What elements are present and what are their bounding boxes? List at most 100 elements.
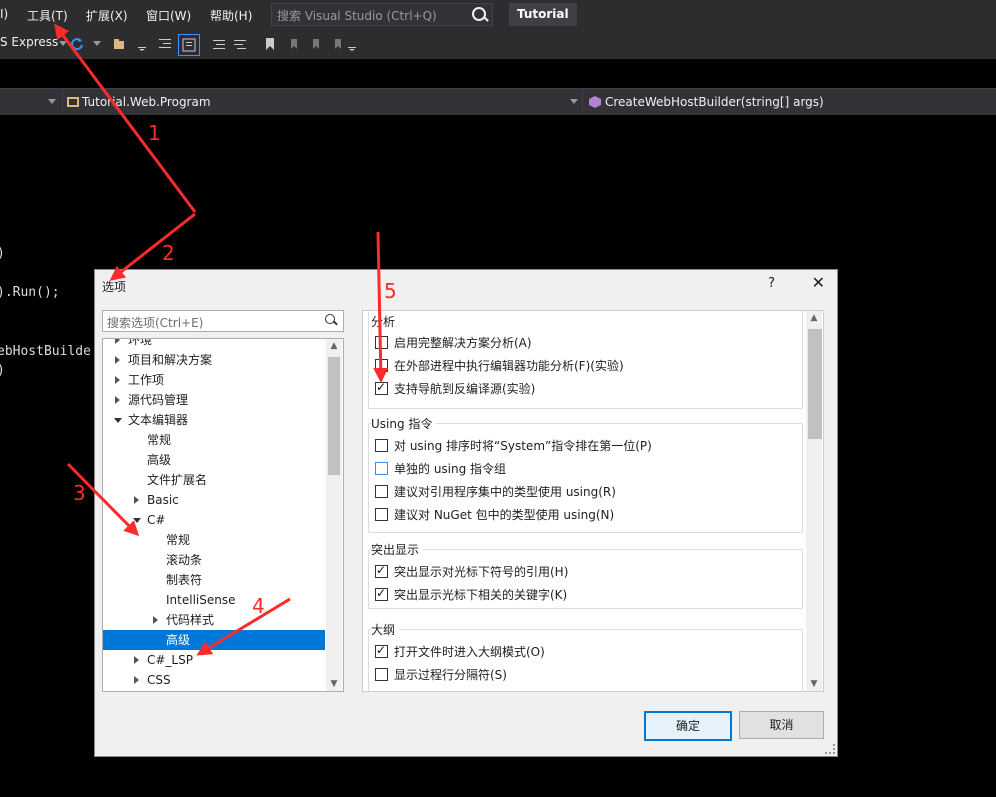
- expand-icon[interactable]: [115, 376, 120, 384]
- expand-icon[interactable]: [153, 616, 158, 624]
- config-dropdown[interactable]: S Express: [0, 35, 58, 49]
- tree-item-css[interactable]: CSS: [103, 670, 325, 690]
- member-dropdown[interactable]: CreateWebHostBuilder(string[] args): [582, 89, 996, 115]
- scroll-up-icon[interactable]: ▲: [326, 339, 342, 353]
- menu-item-extensions[interactable]: 扩展(X): [86, 7, 128, 24]
- tree-item-csharp-advanced[interactable]: 高级: [103, 630, 325, 650]
- scroll-down-icon[interactable]: ▼: [806, 677, 822, 691]
- tree-item-general[interactable]: 常规: [103, 430, 325, 450]
- dropdown-small-icon[interactable]: [136, 37, 150, 51]
- tree-item-label: 高级: [147, 453, 172, 467]
- checkbox[interactable]: [375, 508, 388, 521]
- menu-item-window[interactable]: 窗口(W): [146, 7, 191, 24]
- vs-search-input[interactable]: 搜索 Visual Studio (Ctrl+Q): [271, 3, 493, 26]
- collapse-icon[interactable]: [133, 518, 141, 523]
- tree-item-work-items[interactable]: 工作项: [103, 370, 325, 390]
- ok-button[interactable]: 确定: [644, 711, 732, 741]
- expand-icon[interactable]: [115, 356, 120, 364]
- tree-item-basic[interactable]: Basic: [103, 490, 325, 510]
- resize-grip[interactable]: [825, 744, 835, 754]
- tree-item-csharp[interactable]: C#: [103, 510, 325, 530]
- option-label: 单独的 using 指令组: [394, 462, 507, 476]
- class-label: Tutorial.Web.Program: [82, 95, 211, 109]
- tree-item-source-control[interactable]: 源代码管理: [103, 390, 325, 410]
- expand-icon[interactable]: [115, 396, 120, 404]
- tree-item-intellisense[interactable]: IntelliSense: [103, 590, 325, 610]
- help-button[interactable]: ?: [768, 276, 775, 291]
- menu-item-view[interactable]: I): [0, 7, 8, 21]
- checkbox[interactable]: [375, 586, 388, 601]
- tree-item-label: 工作项: [128, 373, 165, 387]
- toggle-button[interactable]: [178, 34, 200, 56]
- folder-icon[interactable]: [113, 37, 127, 51]
- tree-item-projects[interactable]: 项目和解决方案: [103, 350, 325, 370]
- tree-item-text-editor[interactable]: 文本编辑器: [103, 410, 325, 430]
- expand-icon[interactable]: [115, 339, 120, 344]
- options-scrollbar[interactable]: ▲ ▼: [806, 311, 822, 691]
- scroll-thumb[interactable]: [808, 329, 822, 439]
- comment-icon[interactable]: [212, 37, 226, 51]
- tree-item-environment[interactable]: 环境: [103, 339, 325, 350]
- close-button[interactable]: ✕: [812, 273, 825, 292]
- tree-item-scrollbars[interactable]: 滚动条: [103, 550, 325, 570]
- tree-item-tabs[interactable]: 制表符: [103, 570, 325, 590]
- checkbox[interactable]: [375, 668, 388, 681]
- bookmark-next-icon[interactable]: [308, 37, 322, 51]
- bookmark-clear-icon[interactable]: [330, 37, 344, 51]
- tree-item-label: 常规: [147, 433, 172, 447]
- class-icon: [67, 97, 79, 107]
- refresh-icon[interactable]: [70, 37, 84, 51]
- code-line: ebHostBuilde: [0, 344, 91, 359]
- option-label: 突出显示对光标下符号的引用(H): [394, 565, 569, 579]
- section-title-highlighting: 突出显示: [371, 541, 424, 558]
- tree-item-csharp-lsp[interactable]: C#_LSP: [103, 650, 325, 670]
- search-icon: [325, 314, 335, 324]
- menu-item-tools[interactable]: 工具(T): [27, 7, 68, 24]
- tree-item-label: Basic: [147, 493, 179, 507]
- checkbox[interactable]: [375, 380, 388, 395]
- menu-item-help[interactable]: 帮助(H): [210, 7, 252, 24]
- checkbox[interactable]: [375, 643, 388, 658]
- collapse-icon[interactable]: [114, 418, 122, 423]
- chevron-down-icon[interactable]: [59, 41, 67, 46]
- option-label: 启用完整解决方案分析(A): [394, 336, 532, 350]
- bookmark-icon[interactable]: [263, 37, 277, 51]
- checkbox[interactable]: [375, 439, 388, 452]
- expand-icon[interactable]: [134, 496, 139, 504]
- checkbox[interactable]: [375, 462, 388, 475]
- tree-item-code-style[interactable]: 代码样式: [103, 610, 325, 630]
- scroll-down-icon[interactable]: ▼: [326, 677, 342, 691]
- tree-item-advanced[interactable]: 高级: [103, 450, 325, 470]
- checkbox[interactable]: [375, 336, 388, 349]
- chevron-down-icon[interactable]: [570, 99, 578, 104]
- dropdown-small-icon[interactable]: [346, 37, 360, 51]
- option-label: 打开文件时进入大纲模式(O): [394, 645, 545, 659]
- scroll-thumb[interactable]: [328, 357, 340, 475]
- annotation-number: 3: [73, 481, 86, 505]
- chevron-down-icon[interactable]: [93, 41, 101, 46]
- menu-bar: I) 工具(T) 扩展(X) 窗口(W) 帮助(H) 搜索 Visual Stu…: [0, 0, 996, 29]
- checkbox[interactable]: [375, 359, 388, 372]
- checkbox[interactable]: [375, 563, 388, 578]
- tree-item-file-extensions[interactable]: 文件扩展名: [103, 470, 325, 490]
- scroll-up-icon[interactable]: ▲: [806, 311, 822, 325]
- option-label: 在外部进程中执行编辑器功能分析(F)(实验): [394, 359, 624, 373]
- tree-item-label: 文件扩展名: [147, 473, 208, 487]
- expand-icon[interactable]: [134, 676, 139, 684]
- options-dialog: 选项 ? ✕ 搜索选项(Ctrl+E) 环境 项目和解决方案 工作项 源代码管理…: [94, 269, 838, 757]
- tree-item-csharp-general[interactable]: 常规: [103, 530, 325, 550]
- bookmark-prev-icon[interactable]: [286, 37, 300, 51]
- cancel-button[interactable]: 取消: [739, 711, 824, 739]
- option-label: 显示过程行分隔符(S): [394, 668, 507, 682]
- navigation-bar: Tutorial.Web.Program CreateWebHostBuilde…: [0, 88, 996, 116]
- uncomment-icon[interactable]: [233, 37, 247, 51]
- tree-item-label: C#: [147, 513, 166, 527]
- chevron-down-icon[interactable]: [48, 99, 56, 104]
- options-search-input[interactable]: 搜索选项(Ctrl+E): [102, 310, 344, 332]
- indent-icon[interactable]: [158, 37, 172, 51]
- tree-item-label: 滚动条: [166, 553, 203, 567]
- expand-icon[interactable]: [134, 656, 139, 664]
- tree-scrollbar[interactable]: ▲ ▼: [326, 339, 342, 691]
- checkbox[interactable]: [375, 485, 388, 498]
- class-dropdown[interactable]: Tutorial.Web.Program: [62, 89, 578, 115]
